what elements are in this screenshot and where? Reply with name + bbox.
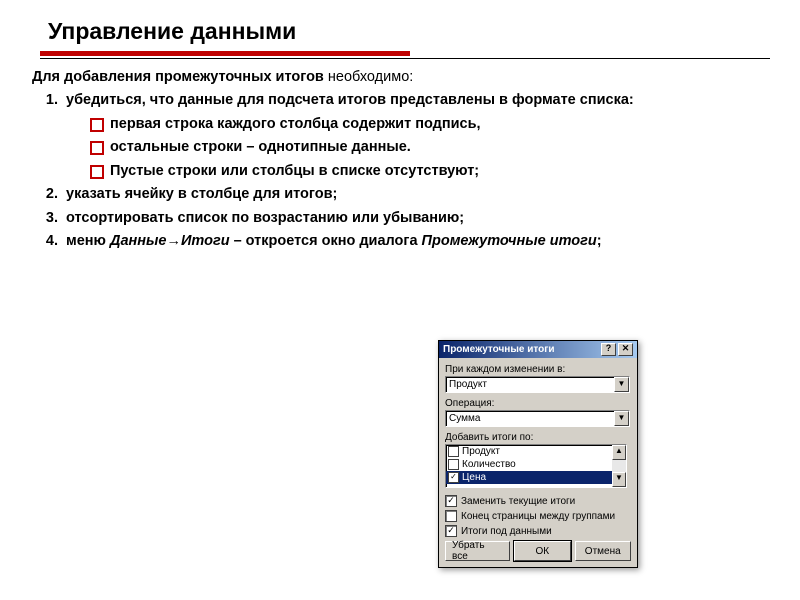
step-1-sublist: первая строка каждого столбца содержит п… — [90, 115, 772, 182]
scroll-down-icon[interactable]: ▼ — [612, 472, 626, 487]
step-4-menu-2: Итоги — [181, 233, 230, 249]
checkbox-under-data-label: Итоги под данными — [461, 526, 552, 537]
operation-select[interactable]: Сумма ▼ — [445, 410, 630, 427]
dialog-title: Промежуточные итоги — [443, 344, 555, 355]
step-4: меню Данные→Итоги – откроется окно диало… — [62, 232, 772, 252]
scrollbar[interactable]: ▲ ▼ — [612, 445, 626, 487]
scroll-up-icon[interactable]: ▲ — [612, 445, 626, 460]
intro-bold: Для добавления промежуточных итогов — [32, 69, 324, 85]
chevron-down-icon[interactable]: ▼ — [614, 377, 629, 392]
step-3: отсортировать список по возрастанию или … — [62, 209, 772, 229]
change-in-value: Продукт — [449, 379, 487, 390]
intro-rest: необходимо: — [324, 69, 413, 85]
label-change-in: При каждом изменении в: — [445, 364, 631, 375]
checkbox-replace-label: Заменить текущие итоги — [461, 496, 575, 507]
close-button[interactable]: ✕ — [618, 343, 633, 356]
list-item-label: Цена — [462, 472, 486, 483]
list-item[interactable]: Количество — [446, 458, 626, 471]
chevron-down-icon[interactable]: ▼ — [614, 411, 629, 426]
change-in-select[interactable]: Продукт ▼ — [445, 376, 630, 393]
checkbox-replace[interactable]: ✓ — [445, 495, 457, 507]
checkbox-icon[interactable]: ✓ — [448, 472, 459, 483]
clear-all-button[interactable]: Убрать все — [445, 541, 510, 561]
list-item[interactable]: Продукт — [446, 445, 626, 458]
help-button[interactable]: ? — [601, 343, 616, 356]
label-operation: Операция: — [445, 398, 631, 409]
step-1: убедиться, что данные для подсчета итого… — [62, 91, 772, 181]
arrow-right-icon: → — [166, 233, 181, 249]
operation-value: Сумма — [449, 413, 480, 424]
cancel-button[interactable]: Отмена — [575, 541, 632, 561]
list-item-label: Количество — [462, 459, 516, 470]
checkbox-page-break[interactable] — [445, 510, 457, 522]
step-1-text: убедиться, что данные для подсчета итого… — [66, 92, 634, 108]
sub-item-1: первая строка каждого столбца содержит п… — [90, 115, 772, 135]
add-totals-listbox[interactable]: Продукт Количество ✓ Цена ▲ ▼ — [445, 444, 627, 488]
step-4-end: ; — [597, 233, 602, 249]
step-4-dialog-name: Промежуточные итоги — [422, 233, 597, 249]
checkbox-under-data[interactable]: ✓ — [445, 525, 457, 537]
step-4-mid: – откроется окно диалога — [230, 233, 422, 249]
sub-item-3: Пустые строки или столбцы в списке отсут… — [90, 162, 772, 182]
checkbox-page-break-label: Конец страницы между группами — [461, 511, 615, 522]
dialog-titlebar[interactable]: Промежуточные итоги ? ✕ — [439, 341, 637, 358]
title-underline — [40, 51, 410, 56]
step-2: указать ячейку в столбце для итогов; — [62, 185, 772, 205]
checkbox-icon[interactable] — [448, 459, 459, 470]
steps-list: убедиться, что данные для подсчета итого… — [62, 91, 772, 252]
list-item[interactable]: ✓ Цена — [446, 471, 626, 484]
label-add-totals: Добавить итоги по: — [445, 432, 631, 443]
page-title: Управление данными — [48, 18, 772, 45]
step-4-prefix: меню — [66, 233, 110, 249]
checkbox-icon[interactable] — [448, 446, 459, 457]
subtotals-dialog: Промежуточные итоги ? ✕ При каждом измен… — [438, 340, 638, 568]
list-item-label: Продукт — [462, 446, 500, 457]
ok-button[interactable]: ОК — [514, 541, 571, 561]
sub-item-2: остальные строки – однотипные данные. — [90, 138, 772, 158]
step-4-menu-1: Данные — [110, 233, 167, 249]
intro-text: Для добавления промежуточных итогов необ… — [32, 69, 772, 85]
title-underline-thin — [40, 58, 770, 59]
